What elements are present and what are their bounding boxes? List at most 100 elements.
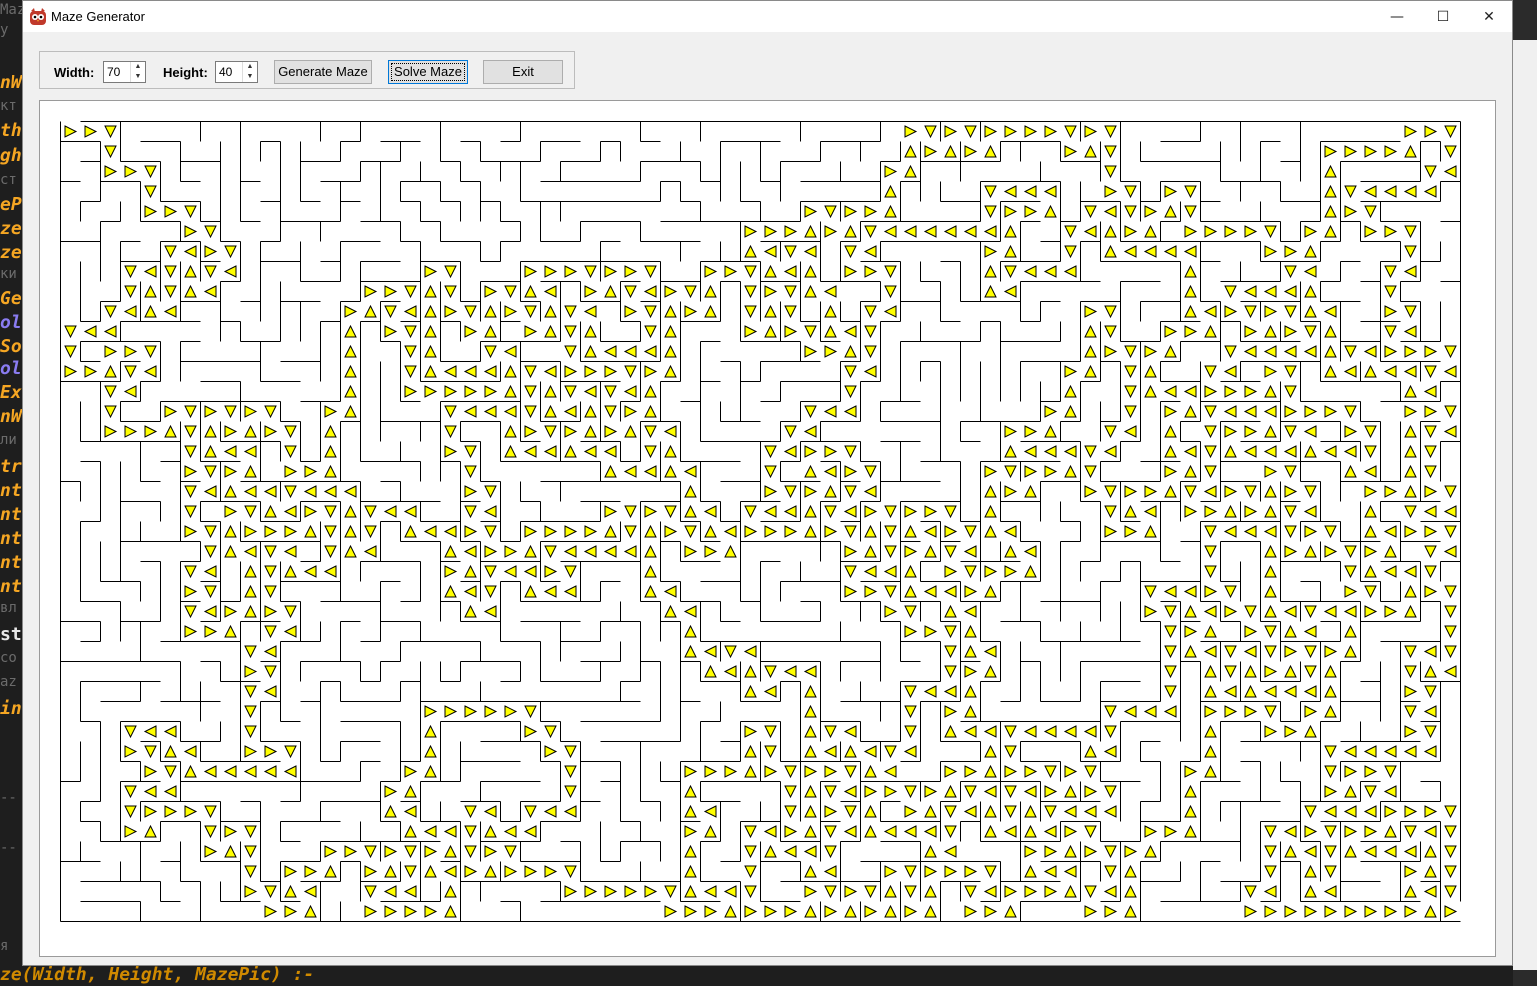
path-arrow-s-icon (904, 865, 917, 879)
path-arrow-s-icon (1444, 125, 1457, 139)
path-arrow-n-icon (1404, 484, 1417, 498)
path-arrow-e-icon (1224, 485, 1238, 498)
background-editor-line: nt (0, 480, 22, 501)
path-arrow-e-icon (504, 865, 518, 878)
width-down-arrow-icon[interactable]: ▼ (131, 72, 145, 82)
height-spinner-arrows[interactable]: ▲ ▼ (242, 62, 257, 82)
path-arrow-e-icon (1144, 205, 1158, 218)
path-arrow-n-icon (324, 864, 337, 878)
background-editor-line: nt (0, 552, 22, 573)
path-arrow-e-icon (164, 405, 178, 418)
path-arrow-s-icon (1404, 825, 1417, 839)
path-arrow-s-icon (864, 465, 877, 479)
path-arrow-n-icon (664, 304, 677, 318)
close-button[interactable]: ✕ (1466, 1, 1512, 32)
width-up-arrow-icon[interactable]: ▲ (131, 62, 145, 72)
path-arrow-s-icon (764, 665, 777, 679)
path-arrow-e-icon (84, 365, 98, 378)
path-arrow-n-icon (984, 764, 997, 778)
generate-maze-button[interactable]: Generate Maze (274, 60, 372, 84)
path-arrow-w-icon (1423, 825, 1437, 838)
path-arrow-s-icon (524, 385, 537, 399)
path-arrow-e-icon (1324, 905, 1338, 918)
path-arrow-s-icon (1324, 825, 1337, 839)
path-arrow-s-icon (524, 365, 537, 379)
height-down-arrow-icon[interactable]: ▼ (243, 72, 257, 82)
path-arrow-e-icon (1404, 905, 1418, 918)
path-arrow-s-icon (824, 845, 837, 859)
path-arrow-s-icon (884, 265, 897, 279)
path-arrow-n-icon (184, 764, 197, 778)
path-arrow-w-icon (883, 225, 897, 238)
path-arrow-n-icon (804, 904, 817, 918)
path-arrow-n-icon (1264, 384, 1277, 398)
maximize-button[interactable]: ☐ (1420, 1, 1466, 32)
path-arrow-n-icon (304, 524, 317, 538)
background-editor-line: nW (0, 406, 22, 427)
path-arrow-s-icon (404, 845, 417, 859)
path-arrow-e-icon (504, 305, 518, 318)
path-arrow-e-icon (464, 865, 478, 878)
exit-button[interactable]: Exit (483, 60, 563, 84)
path-arrow-s-icon (544, 725, 557, 739)
path-arrow-n-icon (984, 744, 997, 758)
path-arrow-s-icon (1204, 545, 1217, 559)
path-arrow-s-icon (1064, 225, 1077, 239)
path-arrow-e-icon (664, 285, 678, 298)
path-arrow-w-icon (683, 605, 697, 618)
path-arrow-s-icon (124, 805, 137, 819)
path-arrow-n-icon (904, 564, 917, 578)
path-arrow-e-icon (1084, 845, 1098, 858)
height-input[interactable] (217, 63, 236, 81)
width-input[interactable] (105, 63, 124, 81)
path-arrow-e-icon (1104, 185, 1118, 198)
path-arrow-n-icon (924, 844, 937, 858)
path-arrow-w-icon (1283, 685, 1297, 698)
path-arrow-s-icon (964, 885, 977, 899)
path-arrow-w-icon (163, 725, 177, 738)
path-arrow-s-icon (1444, 645, 1457, 659)
path-arrow-s-icon (1384, 765, 1397, 779)
width-spinner[interactable]: ▲ ▼ (103, 61, 146, 83)
path-arrow-w-icon (143, 785, 157, 798)
height-spinner[interactable]: ▲ ▼ (215, 61, 258, 83)
path-arrow-s-icon (1444, 405, 1457, 419)
path-arrow-w-icon (1003, 825, 1017, 838)
path-arrow-w-icon (1063, 725, 1077, 738)
path-arrow-w-icon (263, 765, 277, 778)
path-arrow-s-icon (764, 745, 777, 759)
title-bar[interactable]: Maze Generator — ☐ ✕ (23, 1, 1512, 32)
path-arrow-n-icon (1264, 604, 1277, 618)
path-arrow-n-icon (1184, 784, 1197, 798)
path-arrow-e-icon (384, 285, 398, 298)
path-arrow-e-icon (724, 765, 738, 778)
path-arrow-s-icon (1044, 805, 1057, 819)
path-arrow-n-icon (1324, 364, 1337, 378)
path-arrow-w-icon (1163, 585, 1177, 598)
path-arrow-e-icon (624, 305, 638, 318)
path-arrow-s-icon (504, 285, 517, 299)
path-arrow-e-icon (1024, 465, 1038, 478)
path-arrow-w-icon (783, 845, 797, 858)
path-arrow-e-icon (324, 405, 338, 418)
height-up-arrow-icon[interactable]: ▲ (243, 62, 257, 72)
path-arrow-s-icon (1264, 645, 1277, 659)
path-arrow-n-icon (964, 684, 977, 698)
path-arrow-s-icon (864, 225, 877, 239)
path-arrow-e-icon (224, 465, 238, 478)
path-arrow-w-icon (1103, 445, 1117, 458)
path-arrow-s-icon (284, 605, 297, 619)
path-arrow-n-icon (1004, 444, 1017, 458)
path-arrow-w-icon (803, 245, 817, 258)
solve-maze-button[interactable]: Solve Maze (388, 60, 468, 84)
minimize-button[interactable]: — (1374, 1, 1420, 32)
path-arrow-s-icon (1104, 845, 1117, 859)
path-arrow-w-icon (383, 885, 397, 898)
path-arrow-e-icon (84, 125, 98, 138)
width-spinner-arrows[interactable]: ▲ ▼ (130, 62, 145, 82)
path-arrow-n-icon (704, 284, 717, 298)
background-editor-line: я (0, 938, 9, 954)
path-arrow-n-icon (1404, 884, 1417, 898)
path-arrow-e-icon (204, 245, 218, 258)
path-arrow-e-icon (1384, 345, 1398, 358)
